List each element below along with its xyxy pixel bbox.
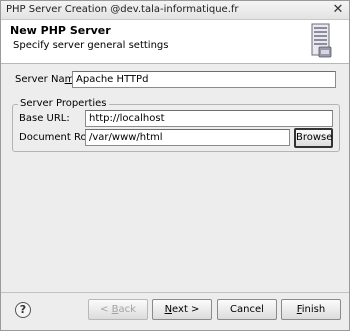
- footer-separator: [1, 292, 349, 293]
- dialog-window: PHP Server Creation @dev.tala-informatiq…: [0, 0, 350, 331]
- base-url-label: Base URL:: [19, 113, 70, 124]
- cancel-button[interactable]: Cancel: [217, 299, 277, 320]
- page-title: New PHP Server: [10, 24, 111, 37]
- browse-button[interactable]: Browse: [294, 128, 333, 148]
- close-icon[interactable]: ✕: [332, 3, 344, 16]
- next-button[interactable]: Next >: [152, 299, 212, 320]
- wizard-header: New PHP Server Specify server general se…: [1, 20, 349, 64]
- window-title: PHP Server Creation @dev.tala-informatiq…: [6, 4, 239, 15]
- page-description: Specify server general settings: [13, 40, 169, 51]
- back-button[interactable]: < Back: [88, 299, 148, 320]
- finish-button[interactable]: Finish: [281, 299, 341, 320]
- server-properties-label: Server Properties: [18, 98, 109, 109]
- help-icon[interactable]: ?: [15, 302, 31, 318]
- server-icon: [311, 23, 332, 58]
- base-url-field[interactable]: [85, 110, 333, 127]
- server-name-field[interactable]: [72, 71, 336, 88]
- document-root-field[interactable]: [85, 129, 290, 146]
- title-bar[interactable]: PHP Server Creation @dev.tala-informatiq…: [1, 1, 349, 20]
